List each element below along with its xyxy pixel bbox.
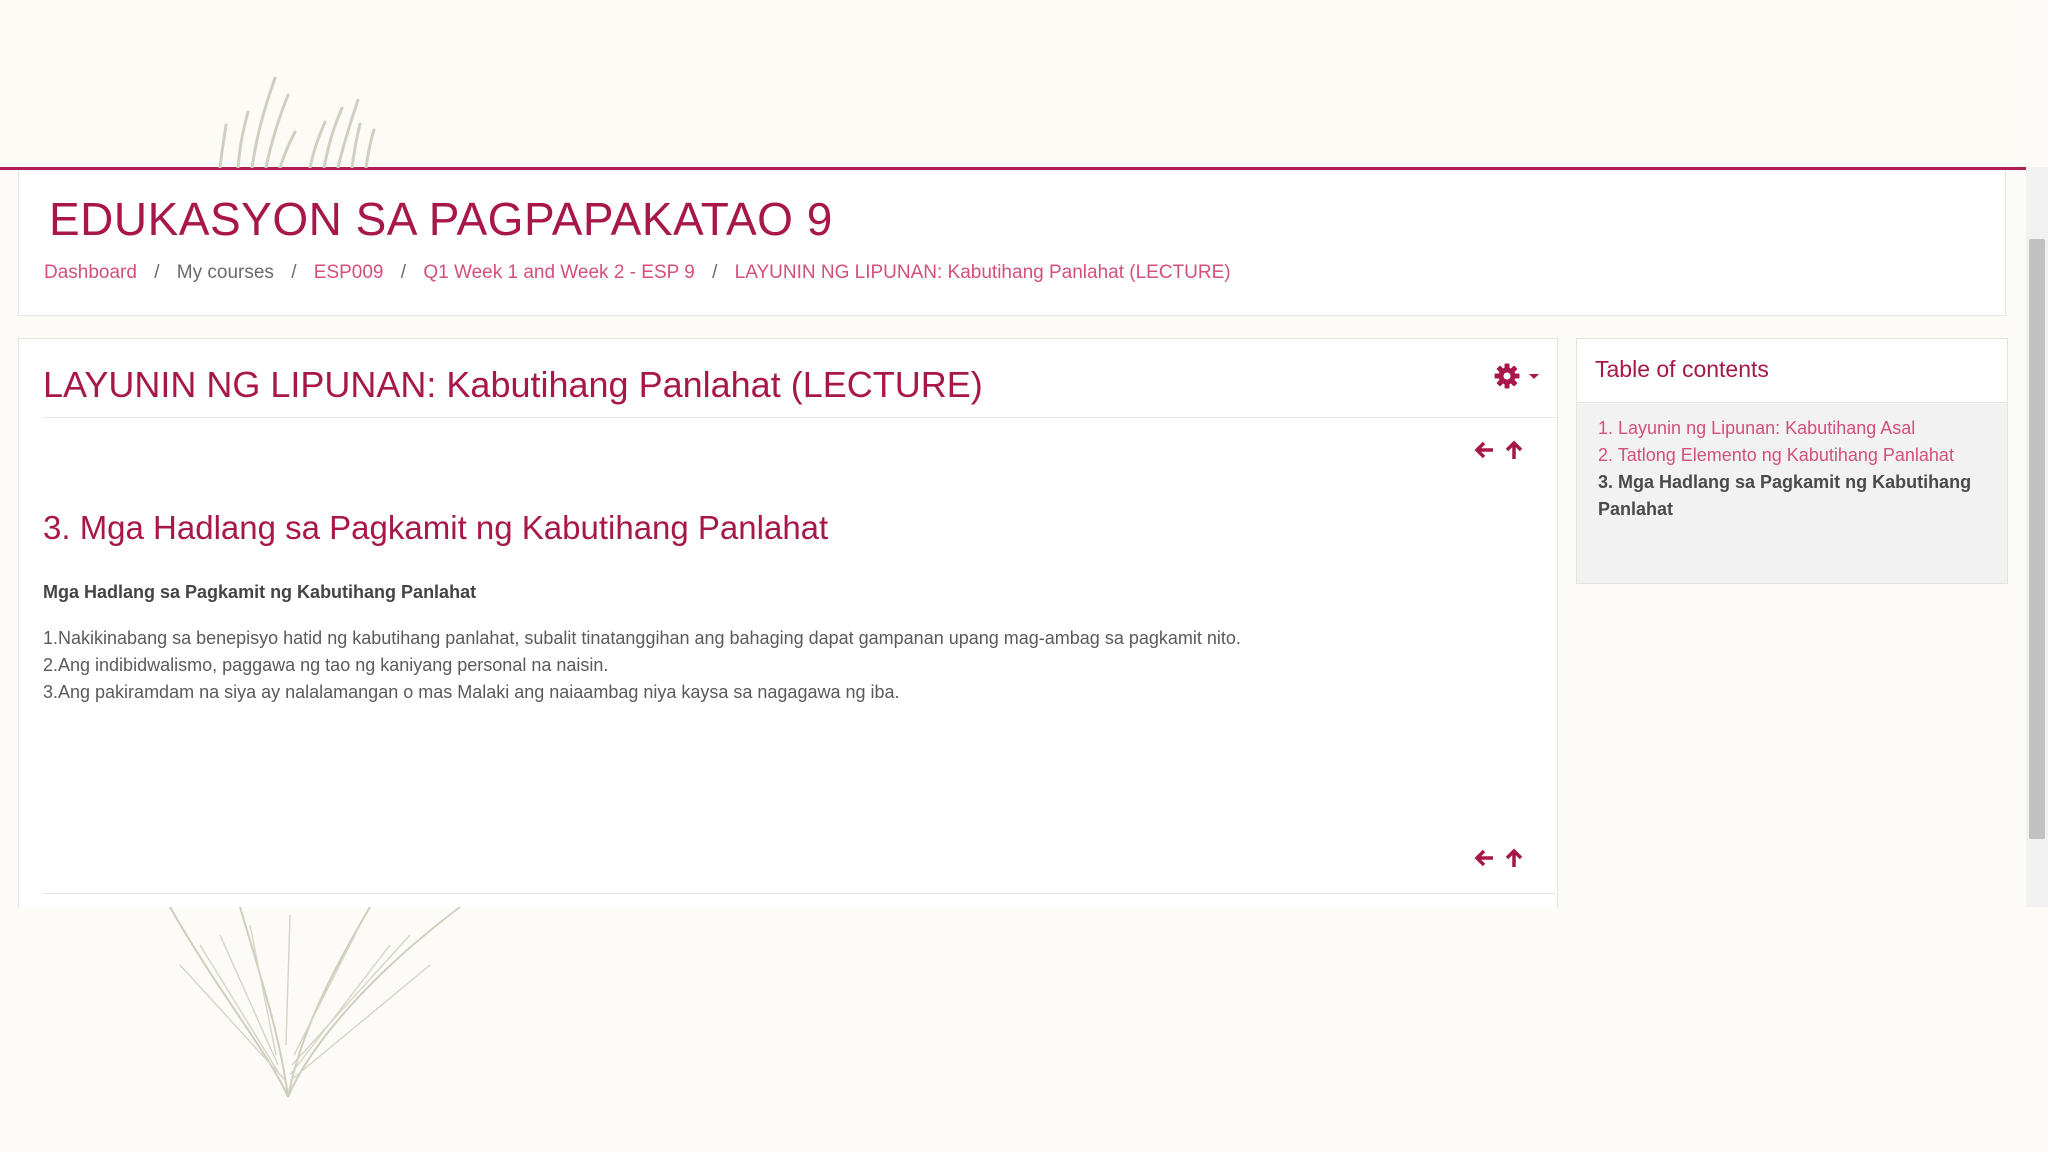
previous-chapter-button[interactable] <box>1473 847 1495 869</box>
toc-item-active: 3. Mga Hadlang sa Pagkamit ng Kabutihang… <box>1598 472 1972 519</box>
gear-icon <box>1494 363 1520 389</box>
chapter-navigation-bottom <box>1473 847 1553 873</box>
breadcrumb-lesson[interactable]: LAYUNIN NG LIPUNAN: Kabutihang Panlahat … <box>735 262 1231 283</box>
toc-title: Table of contents <box>1577 339 2007 403</box>
breadcrumb-section[interactable]: Q1 Week 1 and Week 2 - ESP 9 <box>423 262 694 283</box>
sub-heading: Mga Hadlang sa Pagkamit ng Kabutihang Pa… <box>43 582 477 602</box>
feather-decoration <box>169 906 461 1098</box>
grass-decoration <box>218 76 376 168</box>
breadcrumb-course[interactable]: ESP009 <box>314 262 384 283</box>
chapter-navigation-top <box>1473 439 1553 465</box>
lesson-title: LAYUNIN NG LIPUNAN: Kabutihang Panlahat … <box>43 364 983 405</box>
list-item: 3.Ang pakiramdam na siya ay nalalamangan… <box>43 682 900 702</box>
section-heading: 3. Mga Hadlang sa Pagkamit ng Kabutihang… <box>43 509 829 546</box>
breadcrumb-dashboard[interactable]: Dashboard <box>44 262 137 283</box>
settings-menu-button[interactable] <box>1493 359 1549 393</box>
toc-item: 1. Layunin ng Lipunan: Kabutihang Asal <box>1598 415 1989 442</box>
divider <box>43 893 1555 894</box>
top-banner <box>0 0 2026 170</box>
divider <box>43 417 1555 418</box>
toc-list: 1. Layunin ng Lipunan: Kabutihang Asal 2… <box>1577 403 2007 523</box>
breadcrumb: Dashboard / My courses / ESP009 / Q1 Wee… <box>44 262 1231 284</box>
arrow-left-icon <box>1474 849 1493 867</box>
course-title: EDUKASYON SA PAGPAPAKATAO 9 <box>49 193 833 245</box>
toc-item: 2. Tatlong Elemento ng Kabutihang Panlah… <box>1598 442 1989 469</box>
breadcrumb-separator: / <box>400 262 407 283</box>
scrollbar[interactable] <box>2026 167 2048 907</box>
breadcrumb-separator: / <box>154 262 160 283</box>
toc-link-chapter-2[interactable]: 2. Tatlong Elemento ng Kabutihang Panlah… <box>1598 445 1954 465</box>
page-header: EDUKASYON SA PAGPAPAKATAO 9 Dashboard / … <box>18 170 2006 316</box>
main-content: LAYUNIN NG LIPUNAN: Kabutihang Panlahat … <box>18 338 1558 908</box>
list-item: 1.Nakikinabang sa benepisyo hatid ng kab… <box>43 628 1241 648</box>
arrow-left-icon <box>1474 441 1493 459</box>
content-list: 1.Nakikinabang sa benepisyo hatid ng kab… <box>43 625 1241 706</box>
page: EDUKASYON SA PAGPAPAKATAO 9 Dashboard / … <box>0 0 2048 1152</box>
list-item: 2.Ang indibidwalismo, paggawa ng tao ng … <box>43 655 609 675</box>
table-of-contents: Table of contents 1. Layunin ng Lipunan:… <box>1576 338 2008 584</box>
arrow-up-icon <box>1505 440 1523 459</box>
breadcrumb-separator: / <box>712 262 718 283</box>
toc-link-chapter-1[interactable]: 1. Layunin ng Lipunan: Kabutihang Asal <box>1598 418 1915 438</box>
arrow-up-icon <box>1505 848 1523 867</box>
breadcrumb-my-courses: My courses <box>176 262 274 283</box>
up-chapter-button[interactable] <box>1503 847 1525 869</box>
scrollbar-thumb[interactable] <box>2029 239 2045 839</box>
previous-chapter-button[interactable] <box>1473 439 1495 461</box>
caret-down-icon <box>1529 374 1539 379</box>
up-chapter-button[interactable] <box>1503 439 1525 461</box>
breadcrumb-separator: / <box>291 262 297 283</box>
